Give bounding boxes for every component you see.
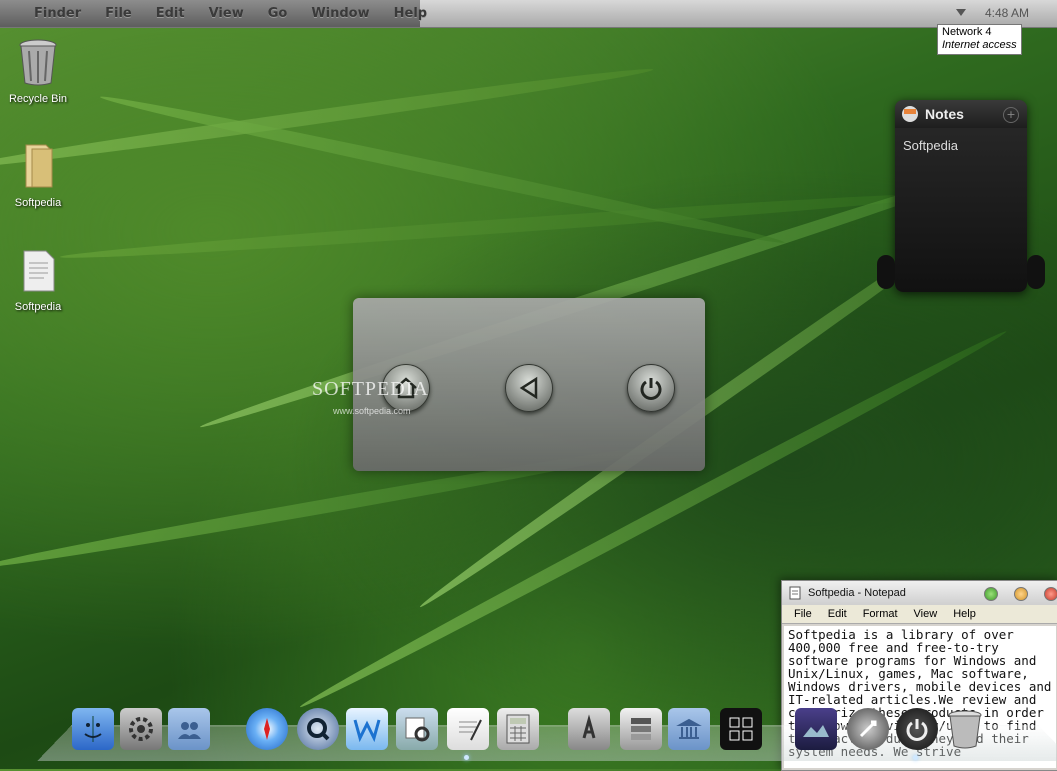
app-store-icon[interactable] (568, 708, 610, 750)
textedit-icon[interactable] (447, 708, 489, 750)
notepad-menu-help[interactable]: Help (953, 608, 976, 620)
menu-view[interactable]: View (209, 6, 244, 21)
minimize-button[interactable] (1014, 587, 1028, 601)
menu-file[interactable]: File (105, 6, 132, 21)
desktop-icon-softpedia-folder[interactable]: Softpedia (3, 141, 73, 209)
notes-widget[interactable]: Notes + Softpedia (877, 100, 1045, 292)
notepad-menu-edit[interactable]: Edit (828, 608, 847, 620)
notepad-menu-view[interactable]: View (914, 608, 938, 620)
dashboard-icon[interactable] (720, 708, 762, 750)
menu-window[interactable]: Window (311, 6, 369, 21)
notes-icon (902, 106, 918, 122)
notes-content[interactable]: Softpedia (895, 128, 1027, 163)
menu-bar: Finder File Edit View Go Window Help 4:4… (0, 0, 1057, 28)
quicktime-icon[interactable] (297, 708, 339, 750)
mail-icon[interactable] (346, 708, 388, 750)
finder-icon[interactable] (72, 708, 114, 750)
notes-add-button[interactable]: + (1003, 107, 1019, 123)
desktop-icon-recycle-bin[interactable]: Recycle Bin (3, 37, 73, 105)
network-tooltip: Network 4 Internet access (937, 24, 1022, 55)
notepad-menu-file[interactable]: File (794, 608, 812, 620)
power-button[interactable] (627, 364, 675, 412)
tooltip-subtitle: Internet access (942, 39, 1017, 51)
menu-go[interactable]: Go (268, 6, 288, 21)
back-icon (519, 376, 538, 400)
notes-title: Notes (925, 106, 964, 122)
notes-left-edge (877, 255, 895, 289)
tooltip-title: Network 4 (942, 26, 992, 38)
library-folder-icon[interactable] (668, 708, 710, 750)
notepad-menu-format[interactable]: Format (863, 608, 898, 620)
notes-header: Notes + (895, 100, 1027, 128)
menu-edit[interactable]: Edit (156, 6, 185, 21)
users-folder-icon[interactable] (168, 708, 210, 750)
folder-icon (25, 144, 53, 188)
dock-trash-icon[interactable] (944, 708, 986, 750)
notes-right-edge (1027, 255, 1045, 289)
watermark: SOFTPEDIA (312, 378, 429, 400)
running-indicator (913, 755, 918, 760)
desktop-icon-label: Softpedia (14, 301, 62, 313)
menu-help[interactable]: Help (394, 6, 427, 21)
desktop-icon-softpedia-document[interactable]: Softpedia (3, 247, 73, 313)
calculator-icon[interactable] (497, 708, 539, 750)
watermark-url: www.softpedia.com (333, 406, 411, 416)
running-indicator (464, 755, 469, 760)
text-document-icon (23, 250, 55, 292)
launchpad-icon[interactable] (847, 708, 889, 750)
trash-icon (19, 39, 57, 86)
menu-finder[interactable]: Finder (34, 6, 81, 21)
wallpaper-icon[interactable] (795, 708, 837, 750)
preview-icon[interactable] (396, 708, 438, 750)
back-button[interactable] (505, 364, 553, 412)
clock[interactable]: 4:48 AM (985, 6, 1029, 20)
notepad-icon (789, 586, 801, 600)
shutdown-icon[interactable] (896, 708, 938, 750)
safari-icon[interactable] (246, 708, 288, 750)
desktop-icon-label: Softpedia (14, 197, 62, 209)
power-icon (640, 378, 662, 400)
close-button[interactable] (1044, 587, 1057, 601)
notepad-menu-bar: File Edit Format View Help (782, 605, 1057, 624)
network-icon[interactable] (955, 7, 967, 17)
maximize-button[interactable] (984, 587, 998, 601)
desktop-icon-label: Recycle Bin (8, 93, 68, 105)
system-preferences-icon[interactable] (120, 708, 162, 750)
notepad-title: Softpedia - Notepad (808, 587, 906, 599)
boot-camp-icon[interactable] (620, 708, 662, 750)
notepad-titlebar[interactable]: Softpedia - Notepad (782, 581, 1057, 605)
